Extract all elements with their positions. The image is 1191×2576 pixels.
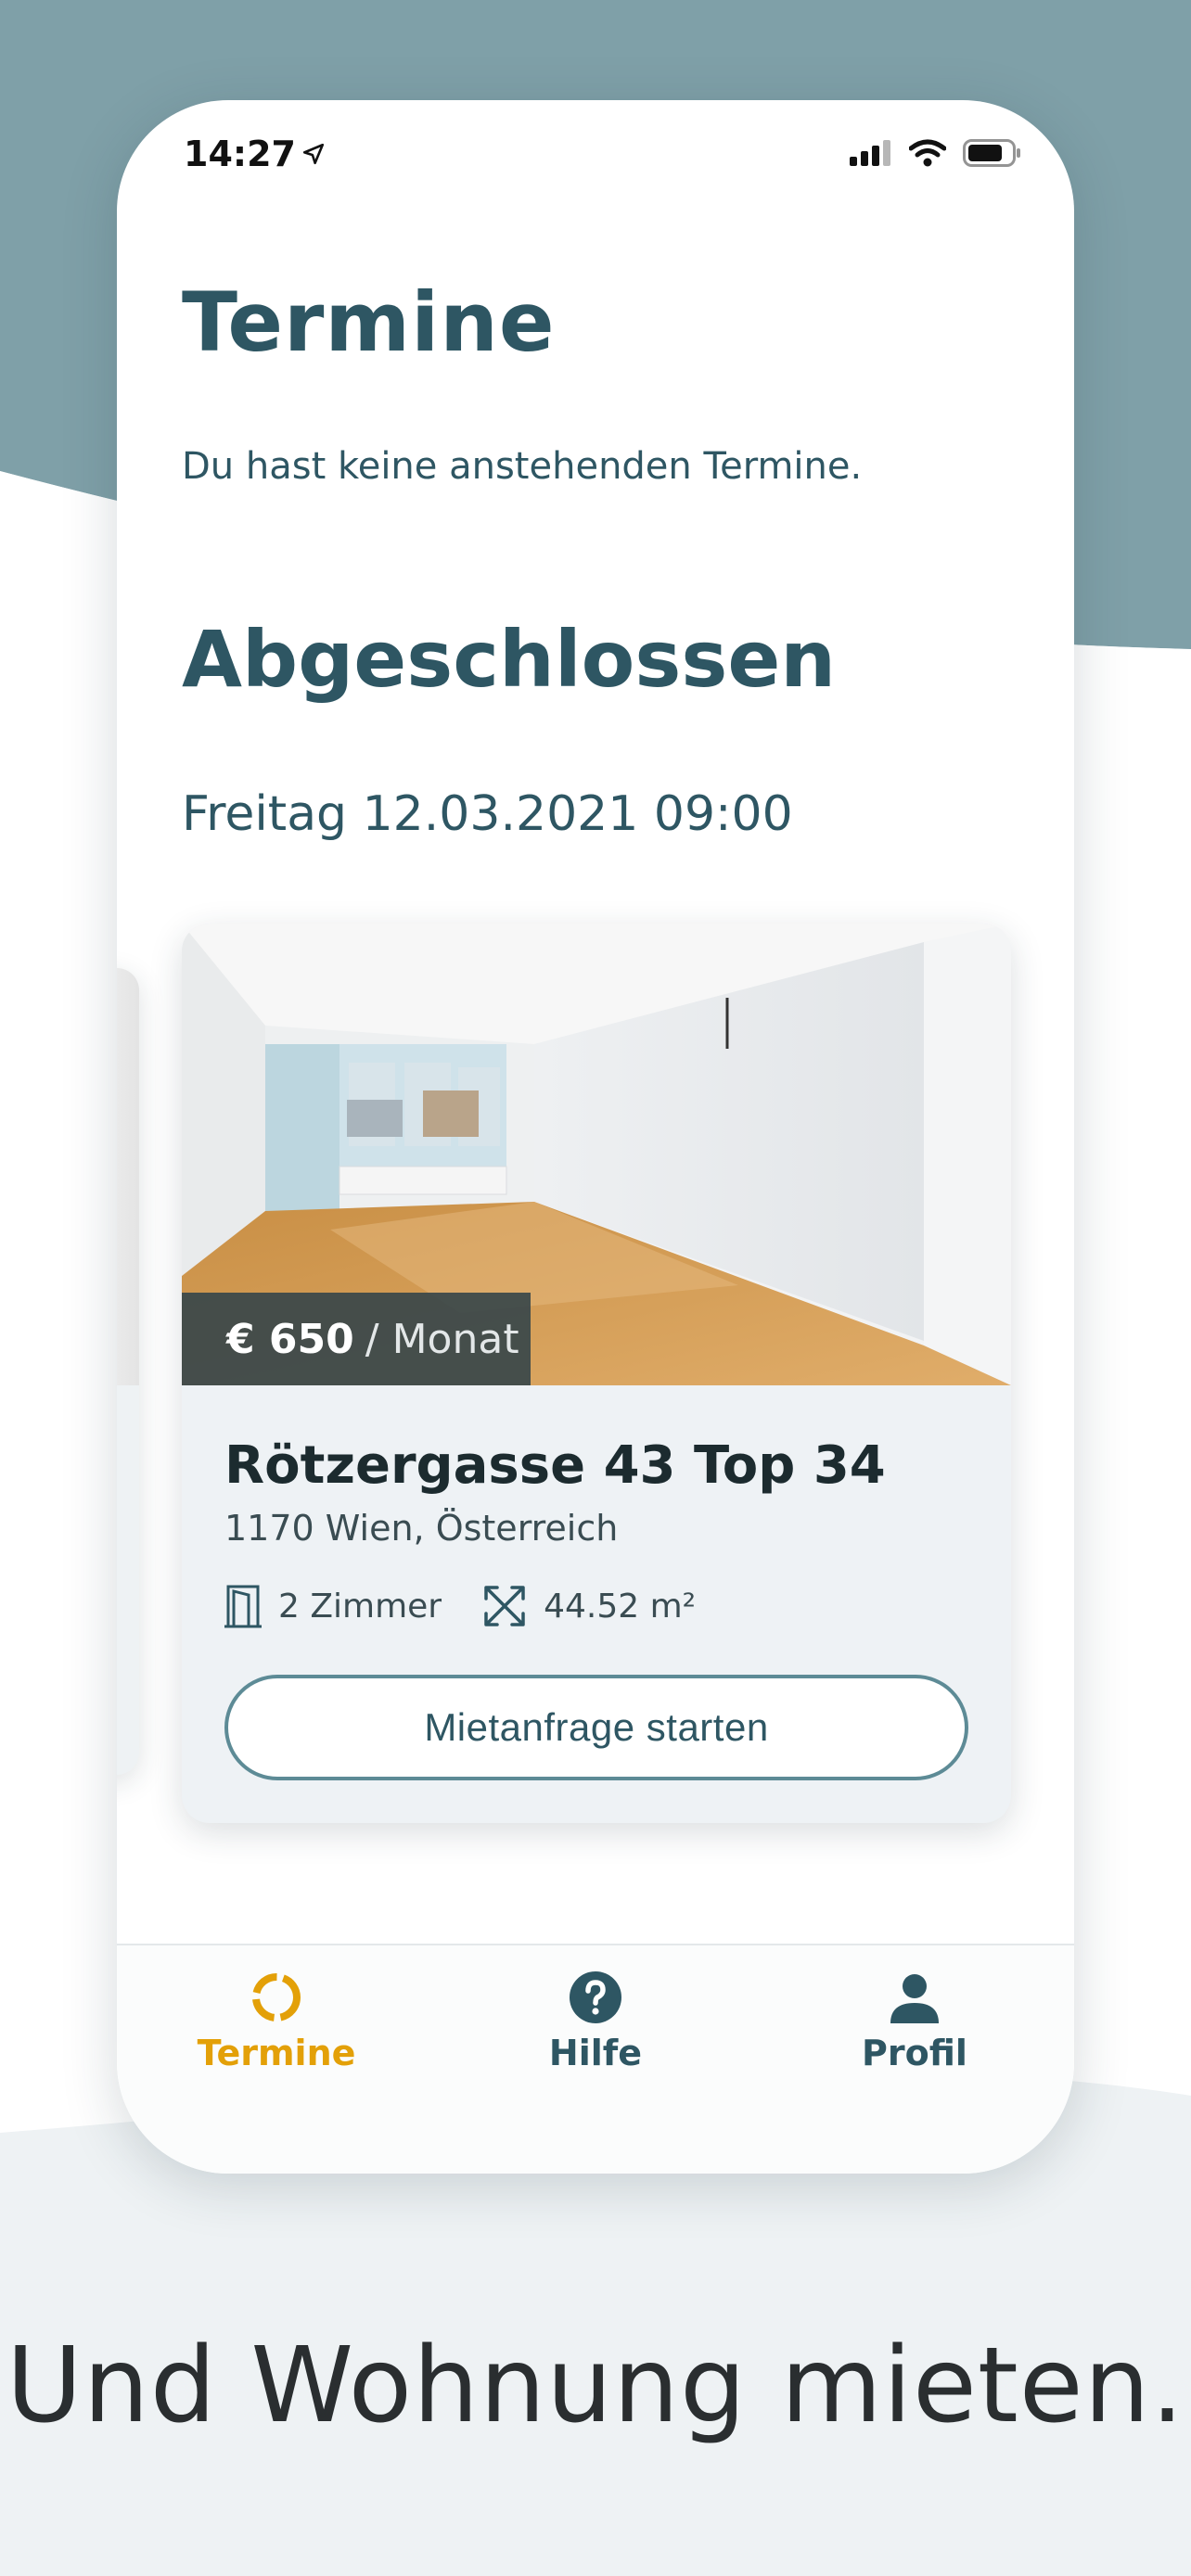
rooms-count: 2 Zimmer (278, 1587, 442, 1626)
rooms-feature: 2 Zimmer (224, 1584, 442, 1628)
location-arrow-icon (302, 143, 325, 165)
cellular-signal-icon (850, 140, 890, 166)
price-unit: / Monat (365, 1315, 519, 1363)
empty-state-message: Du hast keine anstehenden Termine. (182, 445, 863, 488)
listing-features: 2 Zimmer 44.52 m² (224, 1584, 736, 1628)
start-rental-request-button[interactable]: Mietanfrage starten (224, 1675, 968, 1780)
profile-icon (890, 1974, 939, 2023)
tab-label: Profil (862, 2033, 967, 2073)
listing-card[interactable]: € 650 / Monat Rötzergasse 43 Top 34 1170… (182, 924, 1011, 1823)
previous-listing-photo (117, 968, 139, 1385)
area-size: 44.52 m² (544, 1587, 697, 1626)
listing-address: Rötzergasse 43 Top 34 (224, 1435, 886, 1496)
help-icon (570, 1971, 621, 2023)
battery-icon (963, 139, 1020, 167)
wifi-icon (909, 139, 946, 167)
page-title: Termine (182, 274, 556, 370)
door-icon (224, 1585, 262, 1628)
tab-label: Hilfe (548, 2033, 643, 2073)
area-feature: 44.52 m² (482, 1584, 696, 1628)
tab-label: Termine (197, 2033, 356, 2073)
phone-frame: 14:27 Termine Du hast keine anstehenden … (117, 100, 1074, 2174)
appointment-datetime: Freitag 12.03.2021 09:00 (182, 786, 793, 842)
marketing-tagline: Und Wohnung mieten. (6, 2326, 1185, 2446)
status-bar: 14:27 (117, 100, 1074, 211)
tab-hilfe[interactable]: Hilfe (484, 1968, 707, 2073)
appointments-icon (252, 1973, 301, 2021)
listing-city: 1170 Wien, Österreich (224, 1508, 619, 1549)
status-time: 14:27 (184, 134, 326, 174)
price-tag: € 650 / Monat (182, 1293, 531, 1385)
previous-listing-card[interactable] (117, 968, 139, 1775)
tab-termine[interactable]: Termine (165, 1968, 388, 2073)
price-amount: € 650 (226, 1315, 354, 1363)
tab-profil[interactable]: Profil (803, 1968, 1026, 2073)
listing-photo: € 650 / Monat (182, 924, 1011, 1385)
status-icons (850, 139, 1022, 167)
section-title-completed: Abgeschlossen (182, 614, 837, 705)
expand-area-icon (484, 1586, 525, 1626)
tab-bar: Termine Hilfe Profil (117, 1944, 1074, 2174)
